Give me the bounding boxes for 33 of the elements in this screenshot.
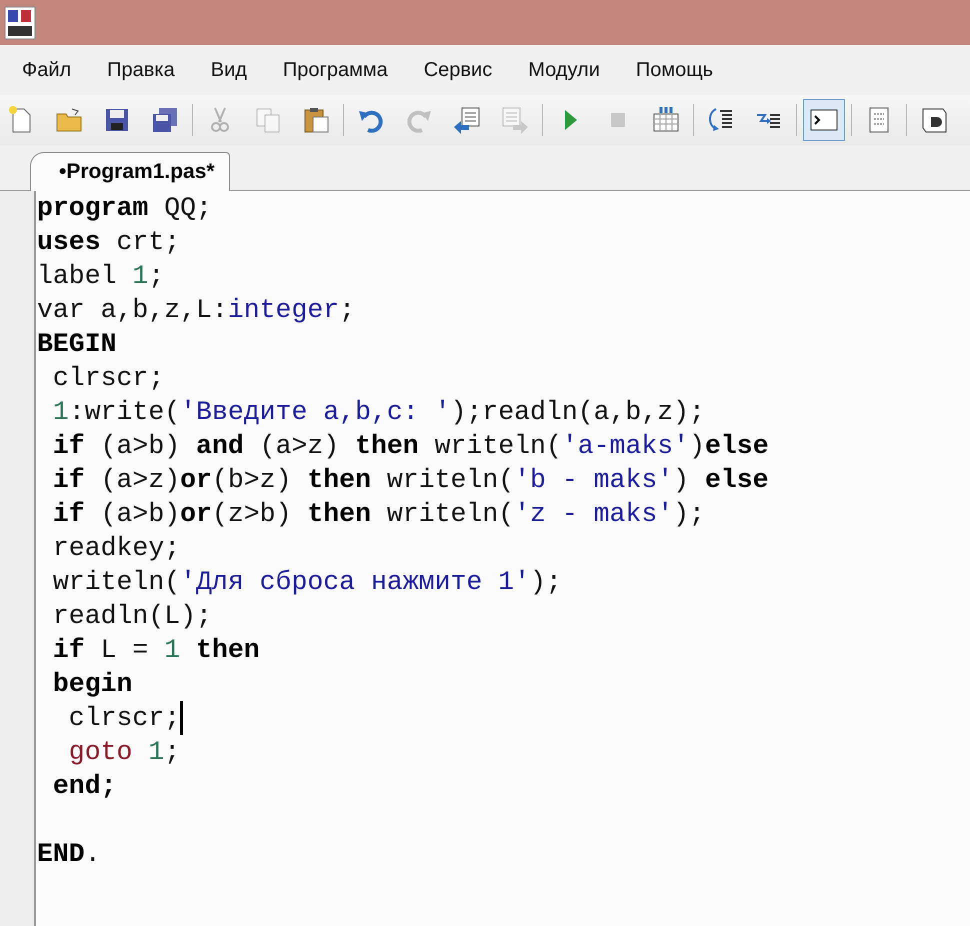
document-arrow-icon [452, 105, 482, 135]
code-line: readkey; [52, 532, 180, 565]
text-cursor [180, 701, 184, 735]
document-arrow-icon [500, 105, 530, 135]
code-line: END. [37, 838, 101, 871]
menu-item[interactable]: Сервис [406, 54, 510, 86]
menu-item[interactable]: Вид [192, 54, 265, 86]
code-line: uses crt; [37, 226, 180, 259]
code-line: 1:write('Введите a,b,c: ');readln(a,b,z); [52, 396, 705, 429]
code-line: label 1; [37, 260, 164, 293]
menu-item[interactable]: Помощь [618, 54, 732, 86]
code-line: begin [52, 668, 132, 701]
menu-item[interactable]: Программа [264, 54, 406, 86]
code-line: if (a>z)or(b>z) then writeln('b - maks') else [52, 464, 769, 497]
code-line: clrscr; [68, 702, 180, 735]
file-tab[interactable]: •Program1.pas* [30, 152, 230, 191]
code-line: clrscr; [52, 362, 164, 395]
code-line: writeln('Для сброса нажмите 1'); [52, 566, 562, 599]
code-line: goto 1; [68, 736, 180, 769]
code-line: var a,b,z,L:integer; [37, 294, 356, 327]
toolbar-button[interactable] [803, 99, 845, 141]
save-all-icon [150, 105, 180, 135]
code-line: program QQ; [37, 192, 212, 225]
code-line: if L = 1 then [52, 634, 260, 667]
app-icon [4, 6, 36, 40]
menu-item[interactable]: Файл [4, 54, 90, 86]
code-line: BEGIN [37, 328, 117, 361]
code-line: readln(L); [52, 600, 212, 633]
menu-item[interactable]: Модули [510, 54, 618, 86]
code-line: if (a>b)or(z>b) then writeln('z - maks'); [52, 498, 705, 531]
menu-item[interactable]: Правка [89, 54, 193, 86]
code-line: if (a>b) and (a>z) then writeln('a-maks')else [52, 430, 769, 463]
code-line: end; [52, 770, 117, 803]
